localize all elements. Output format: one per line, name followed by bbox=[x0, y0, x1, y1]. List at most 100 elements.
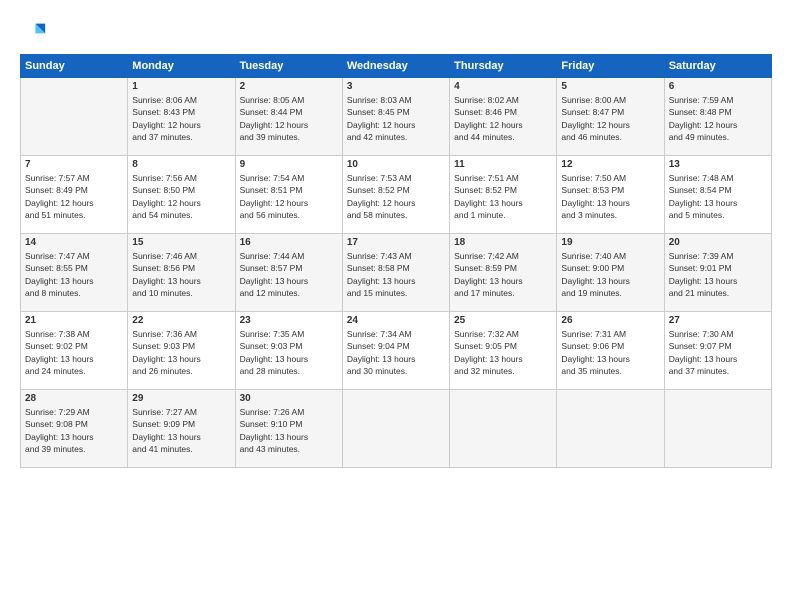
day-number: 19 bbox=[561, 237, 659, 248]
calendar-cell: 6 Sunrise: 7:59 AM Sunset: 8:48 PM Daylig… bbox=[664, 78, 771, 156]
day-info: Sunrise: 7:27 AM Sunset: 9:09 PM Dayligh… bbox=[132, 406, 230, 455]
day-number: 28 bbox=[25, 393, 123, 404]
calendar-cell: 28 Sunrise: 7:29 AM Sunset: 9:08 PM Dayli… bbox=[21, 390, 128, 468]
day-info: Sunrise: 7:50 AM Sunset: 8:53 PM Dayligh… bbox=[561, 172, 659, 221]
day-info: Sunrise: 8:05 AM Sunset: 8:44 PM Dayligh… bbox=[240, 94, 338, 143]
day-info: Sunrise: 7:44 AM Sunset: 8:57 PM Dayligh… bbox=[240, 250, 338, 299]
day-info: Sunrise: 7:31 AM Sunset: 9:06 PM Dayligh… bbox=[561, 328, 659, 377]
day-number: 30 bbox=[240, 393, 338, 404]
day-number: 16 bbox=[240, 237, 338, 248]
calendar-cell: 12Sunrise: 7:50 AM Sunset: 8:53 PM Dayli… bbox=[557, 156, 664, 234]
calendar-cell: 8 Sunrise: 7:56 AM Sunset: 8:50 PM Daylig… bbox=[128, 156, 235, 234]
day-info: Sunrise: 7:42 AM Sunset: 8:59 PM Dayligh… bbox=[454, 250, 552, 299]
day-number: 3 bbox=[347, 81, 445, 92]
calendar-cell: 5Sunrise: 8:00 AM Sunset: 8:47 PM Daylig… bbox=[557, 78, 664, 156]
calendar-cell: 3 Sunrise: 8:03 AM Sunset: 8:45 PM Daylig… bbox=[342, 78, 449, 156]
day-number: 8 bbox=[132, 159, 230, 170]
day-number: 26 bbox=[561, 315, 659, 326]
day-number: 23 bbox=[240, 315, 338, 326]
day-number: 1 bbox=[132, 81, 230, 92]
calendar-cell: 17 Sunrise: 7:43 AM Sunset: 8:58 PM Dayli… bbox=[342, 234, 449, 312]
calendar-cell: 21 Sunrise: 7:38 AM Sunset: 9:02 PM Dayli… bbox=[21, 312, 128, 390]
day-number: 6 bbox=[669, 81, 767, 92]
day-number: 15 bbox=[132, 237, 230, 248]
calendar-cell: 9 Sunrise: 7:54 AM Sunset: 8:51 PM Daylig… bbox=[235, 156, 342, 234]
calendar-cell bbox=[450, 390, 557, 468]
day-number: 14 bbox=[25, 237, 123, 248]
day-info: Sunrise: 7:43 AM Sunset: 8:58 PM Dayligh… bbox=[347, 250, 445, 299]
calendar-cell: 24 Sunrise: 7:34 AM Sunset: 9:04 PM Dayli… bbox=[342, 312, 449, 390]
day-info: Sunrise: 7:46 AM Sunset: 8:56 PM Dayligh… bbox=[132, 250, 230, 299]
day-info: Sunrise: 7:54 AM Sunset: 8:51 PM Dayligh… bbox=[240, 172, 338, 221]
header-cell-thursday: Thursday bbox=[450, 55, 557, 78]
calendar-cell: 1 Sunrise: 8:06 AM Sunset: 8:43 PM Daylig… bbox=[128, 78, 235, 156]
calendar-cell: 11 Sunrise: 7:51 AM Sunset: 8:52 PM Dayli… bbox=[450, 156, 557, 234]
day-number: 17 bbox=[347, 237, 445, 248]
day-info: Sunrise: 7:34 AM Sunset: 9:04 PM Dayligh… bbox=[347, 328, 445, 377]
header-cell-sunday: Sunday bbox=[21, 55, 128, 78]
page: SundayMondayTuesdayWednesdayThursdayFrid… bbox=[0, 0, 792, 612]
day-number: 21 bbox=[25, 315, 123, 326]
calendar-week-2: 14 Sunrise: 7:47 AM Sunset: 8:55 PM Dayli… bbox=[21, 234, 772, 312]
calendar-cell: 22Sunrise: 7:36 AM Sunset: 9:03 PM Dayli… bbox=[128, 312, 235, 390]
calendar-cell: 2 Sunrise: 8:05 AM Sunset: 8:44 PM Daylig… bbox=[235, 78, 342, 156]
calendar-cell: 23 Sunrise: 7:35 AM Sunset: 9:03 PM Dayli… bbox=[235, 312, 342, 390]
calendar-cell: 7Sunrise: 7:57 AM Sunset: 8:49 PM Daylig… bbox=[21, 156, 128, 234]
calendar-cell: 19 Sunrise: 7:40 AM Sunset: 9:00 PM Dayli… bbox=[557, 234, 664, 312]
calendar-cell bbox=[557, 390, 664, 468]
day-number: 24 bbox=[347, 315, 445, 326]
header-cell-friday: Friday bbox=[557, 55, 664, 78]
day-number: 20 bbox=[669, 237, 767, 248]
day-info: Sunrise: 7:48 AM Sunset: 8:54 PM Dayligh… bbox=[669, 172, 767, 221]
calendar-table: SundayMondayTuesdayWednesdayThursdayFrid… bbox=[20, 54, 772, 468]
calendar-cell bbox=[342, 390, 449, 468]
day-info: Sunrise: 7:51 AM Sunset: 8:52 PM Dayligh… bbox=[454, 172, 552, 221]
day-info: Sunrise: 8:02 AM Sunset: 8:46 PM Dayligh… bbox=[454, 94, 552, 143]
day-number: 4 bbox=[454, 81, 552, 92]
calendar-body: 1 Sunrise: 8:06 AM Sunset: 8:43 PM Daylig… bbox=[21, 78, 772, 468]
calendar-cell: 10 Sunrise: 7:53 AM Sunset: 8:52 PM Dayli… bbox=[342, 156, 449, 234]
day-info: Sunrise: 8:06 AM Sunset: 8:43 PM Dayligh… bbox=[132, 94, 230, 143]
day-number: 27 bbox=[669, 315, 767, 326]
day-info: Sunrise: 7:35 AM Sunset: 9:03 PM Dayligh… bbox=[240, 328, 338, 377]
day-info: Sunrise: 7:29 AM Sunset: 9:08 PM Dayligh… bbox=[25, 406, 123, 455]
day-number: 10 bbox=[347, 159, 445, 170]
calendar-week-3: 21 Sunrise: 7:38 AM Sunset: 9:02 PM Dayli… bbox=[21, 312, 772, 390]
calendar-cell bbox=[21, 78, 128, 156]
day-info: Sunrise: 7:53 AM Sunset: 8:52 PM Dayligh… bbox=[347, 172, 445, 221]
calendar-cell: 27Sunrise: 7:30 AM Sunset: 9:07 PM Dayli… bbox=[664, 312, 771, 390]
calendar-cell: 29 Sunrise: 7:27 AM Sunset: 9:09 PM Dayli… bbox=[128, 390, 235, 468]
calendar-cell: 26 Sunrise: 7:31 AM Sunset: 9:06 PM Dayli… bbox=[557, 312, 664, 390]
day-info: Sunrise: 7:38 AM Sunset: 9:02 PM Dayligh… bbox=[25, 328, 123, 377]
day-number: 5 bbox=[561, 81, 659, 92]
day-info: Sunrise: 7:59 AM Sunset: 8:48 PM Dayligh… bbox=[669, 94, 767, 143]
day-number: 9 bbox=[240, 159, 338, 170]
day-number: 29 bbox=[132, 393, 230, 404]
day-number: 18 bbox=[454, 237, 552, 248]
calendar-week-4: 28 Sunrise: 7:29 AM Sunset: 9:08 PM Dayli… bbox=[21, 390, 772, 468]
day-number: 2 bbox=[240, 81, 338, 92]
logo-icon bbox=[20, 18, 48, 46]
day-info: Sunrise: 7:39 AM Sunset: 9:01 PM Dayligh… bbox=[669, 250, 767, 299]
day-info: Sunrise: 8:03 AM Sunset: 8:45 PM Dayligh… bbox=[347, 94, 445, 143]
day-number: 25 bbox=[454, 315, 552, 326]
calendar-cell: 14 Sunrise: 7:47 AM Sunset: 8:55 PM Dayli… bbox=[21, 234, 128, 312]
day-info: Sunrise: 7:56 AM Sunset: 8:50 PM Dayligh… bbox=[132, 172, 230, 221]
calendar-cell: 18 Sunrise: 7:42 AM Sunset: 8:59 PM Dayli… bbox=[450, 234, 557, 312]
day-info: Sunrise: 7:40 AM Sunset: 9:00 PM Dayligh… bbox=[561, 250, 659, 299]
calendar-week-1: 7Sunrise: 7:57 AM Sunset: 8:49 PM Daylig… bbox=[21, 156, 772, 234]
calendar-week-0: 1 Sunrise: 8:06 AM Sunset: 8:43 PM Daylig… bbox=[21, 78, 772, 156]
calendar-cell: 20 Sunrise: 7:39 AM Sunset: 9:01 PM Dayli… bbox=[664, 234, 771, 312]
day-info: Sunrise: 7:47 AM Sunset: 8:55 PM Dayligh… bbox=[25, 250, 123, 299]
calendar-cell: 16 Sunrise: 7:44 AM Sunset: 8:57 PM Dayli… bbox=[235, 234, 342, 312]
calendar-cell bbox=[664, 390, 771, 468]
header-cell-tuesday: Tuesday bbox=[235, 55, 342, 78]
day-number: 11 bbox=[454, 159, 552, 170]
header-cell-wednesday: Wednesday bbox=[342, 55, 449, 78]
calendar-cell: 4 Sunrise: 8:02 AM Sunset: 8:46 PM Daylig… bbox=[450, 78, 557, 156]
calendar-cell: 15 Sunrise: 7:46 AM Sunset: 8:56 PM Dayli… bbox=[128, 234, 235, 312]
header-cell-saturday: Saturday bbox=[664, 55, 771, 78]
calendar-cell: 25Sunrise: 7:32 AM Sunset: 9:05 PM Dayli… bbox=[450, 312, 557, 390]
header-row: SundayMondayTuesdayWednesdayThursdayFrid… bbox=[21, 55, 772, 78]
day-number: 13 bbox=[669, 159, 767, 170]
